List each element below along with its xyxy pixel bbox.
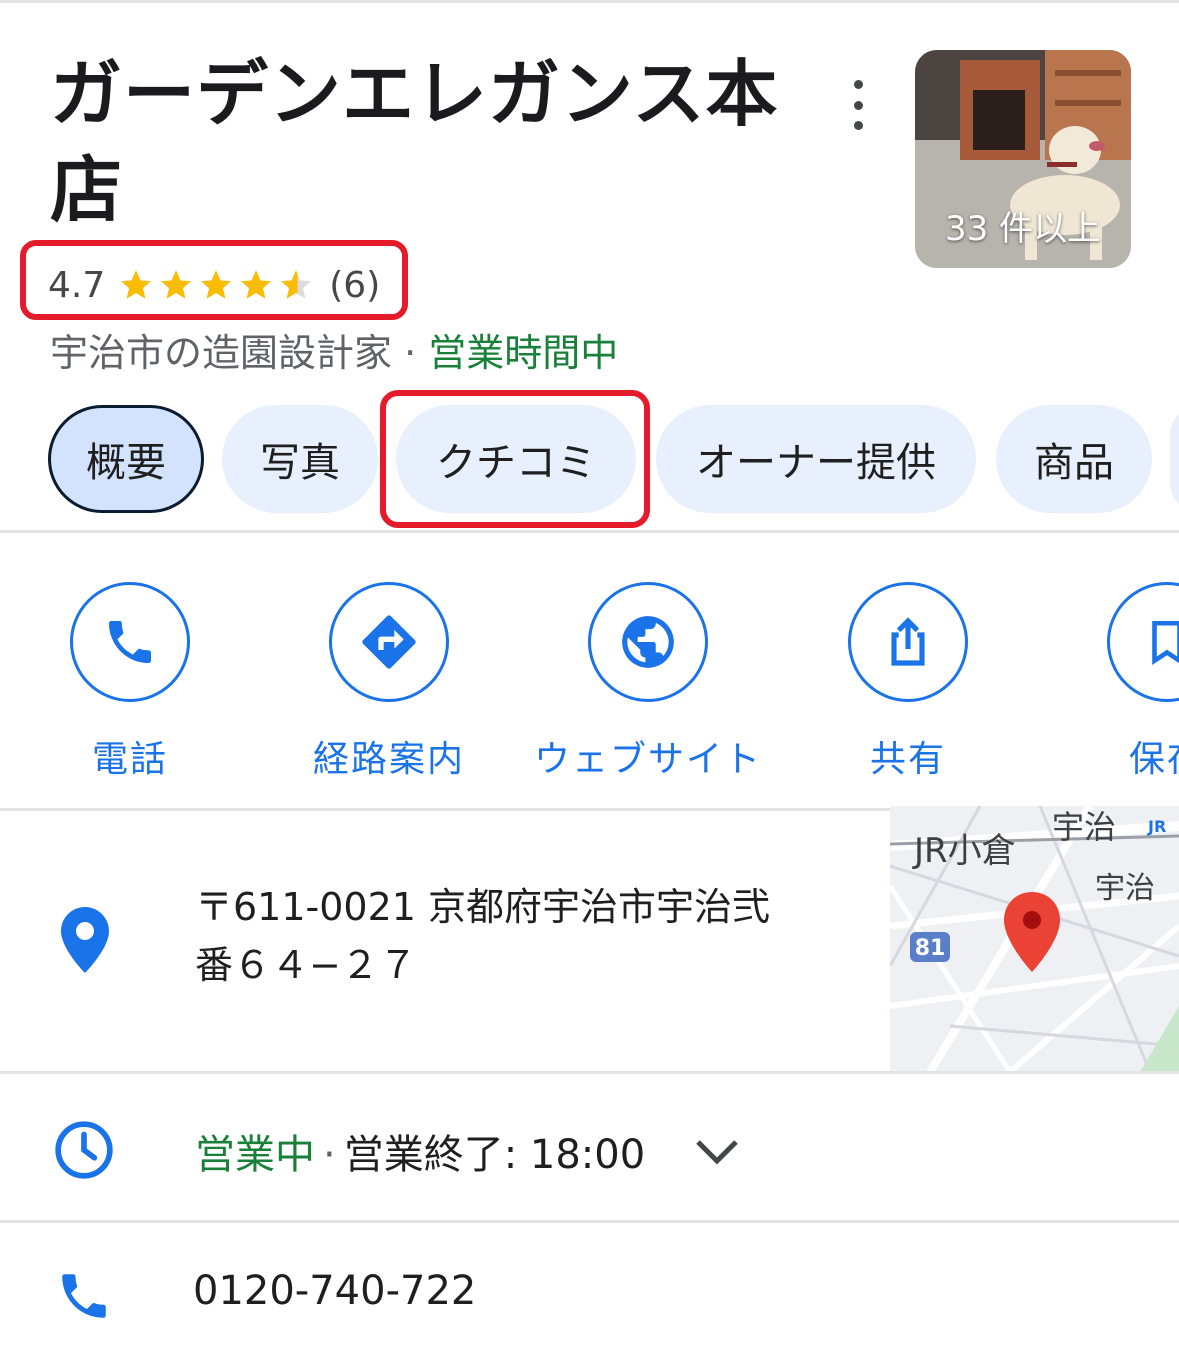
hours-status: 営業中	[195, 1132, 315, 1178]
route-number: 81	[915, 936, 946, 961]
chevron-down-icon[interactable]	[694, 1132, 740, 1176]
star-icon	[121, 270, 152, 299]
photo-count: 33 件以上	[944, 209, 1102, 249]
save-button[interactable]: 保存	[1077, 582, 1179, 782]
tab-label: 商品	[1034, 440, 1114, 486]
action-label: 保存	[1128, 739, 1179, 780]
share-button[interactable]: 共有	[818, 582, 998, 782]
map-label-uji-top: 宇治	[1052, 808, 1116, 846]
action-label: 共有	[869, 739, 946, 780]
website-button[interactable]: ウェブサイト	[534, 582, 760, 782]
tab-photos[interactable]: 写真	[222, 405, 378, 513]
category-separator: ·	[404, 331, 417, 375]
more-options-icon[interactable]	[838, 80, 878, 130]
phone-icon	[109, 621, 151, 663]
map-label-uji: 宇治	[1095, 871, 1155, 906]
divider	[0, 1220, 1179, 1223]
star-icon	[161, 270, 192, 299]
rating-row[interactable]: 4.7 (6)	[48, 260, 380, 310]
place-photo[interactable]: 33 件以上	[915, 50, 1131, 268]
directions-circle	[329, 582, 449, 702]
hours-separator: ·	[323, 1132, 336, 1178]
divider	[0, 530, 1179, 533]
half-star-icon	[281, 270, 312, 299]
directions-button[interactable]: 経路案内	[299, 582, 479, 782]
clock-icon	[52, 1118, 116, 1182]
share-icon	[891, 617, 925, 666]
hours-summary[interactable]: 営業中 · 営業終了: 18:00	[195, 1122, 645, 1180]
map-label-jr-ogura: JR小倉	[912, 831, 1016, 871]
action-label: 電話	[91, 739, 168, 780]
bookmark-icon	[1152, 620, 1179, 666]
address-line-1: 〒611-0021 京都府宇治市宇治弐	[195, 885, 771, 929]
map-label-jr: JR	[1147, 817, 1166, 836]
top-divider	[0, 0, 1179, 3]
directions-icon	[362, 615, 416, 669]
phone-icon	[52, 1264, 116, 1328]
address-line-2: 番６４−２７	[195, 943, 417, 987]
share-circle	[848, 582, 968, 702]
address-text[interactable]: 〒611-0021 京都府宇治市宇治弐 番６４−２７	[195, 878, 815, 994]
location-pin-icon	[58, 905, 112, 975]
globe-icon	[622, 616, 674, 668]
action-label: 経路案内	[312, 739, 465, 780]
category-label: 宇治市の造園設計家	[50, 331, 393, 375]
tab-label: 概要	[86, 440, 166, 486]
call-button[interactable]: 電話	[40, 582, 220, 782]
divider	[0, 1071, 1179, 1074]
rating-value: 4.7	[48, 264, 106, 306]
open-status: 営業時間中	[428, 331, 619, 375]
rating-stars	[117, 267, 317, 303]
tab-products[interactable]: 商品	[996, 405, 1152, 513]
tab-more[interactable]	[1170, 405, 1179, 513]
tab-overview[interactable]: 概要	[48, 405, 204, 513]
phone-number[interactable]: 0120-740-722	[193, 1268, 476, 1314]
tab-label: 写真	[260, 440, 340, 486]
call-circle	[70, 582, 190, 702]
reviews-highlight-box	[380, 390, 650, 528]
category-line: 宇治市の造園設計家 · 営業時間中	[50, 322, 618, 377]
website-circle	[588, 582, 708, 702]
review-count: (6)	[329, 264, 381, 306]
action-label: ウェブサイト	[534, 739, 763, 780]
save-circle	[1107, 582, 1179, 702]
map-preview[interactable]: 81 宇治 JR小倉 宇治 JR	[890, 806, 1179, 1072]
star-icon	[241, 270, 272, 299]
map-image: 81 宇治 JR小倉 宇治 JR	[890, 806, 1179, 1072]
place-title: ガーデンエレガンス本店	[50, 52, 779, 232]
tab-label: オーナー提供	[696, 440, 936, 486]
hours-close: 営業終了: 18:00	[343, 1132, 646, 1178]
tab-owner-provided[interactable]: オーナー提供	[656, 405, 976, 513]
star-icon	[201, 270, 232, 299]
